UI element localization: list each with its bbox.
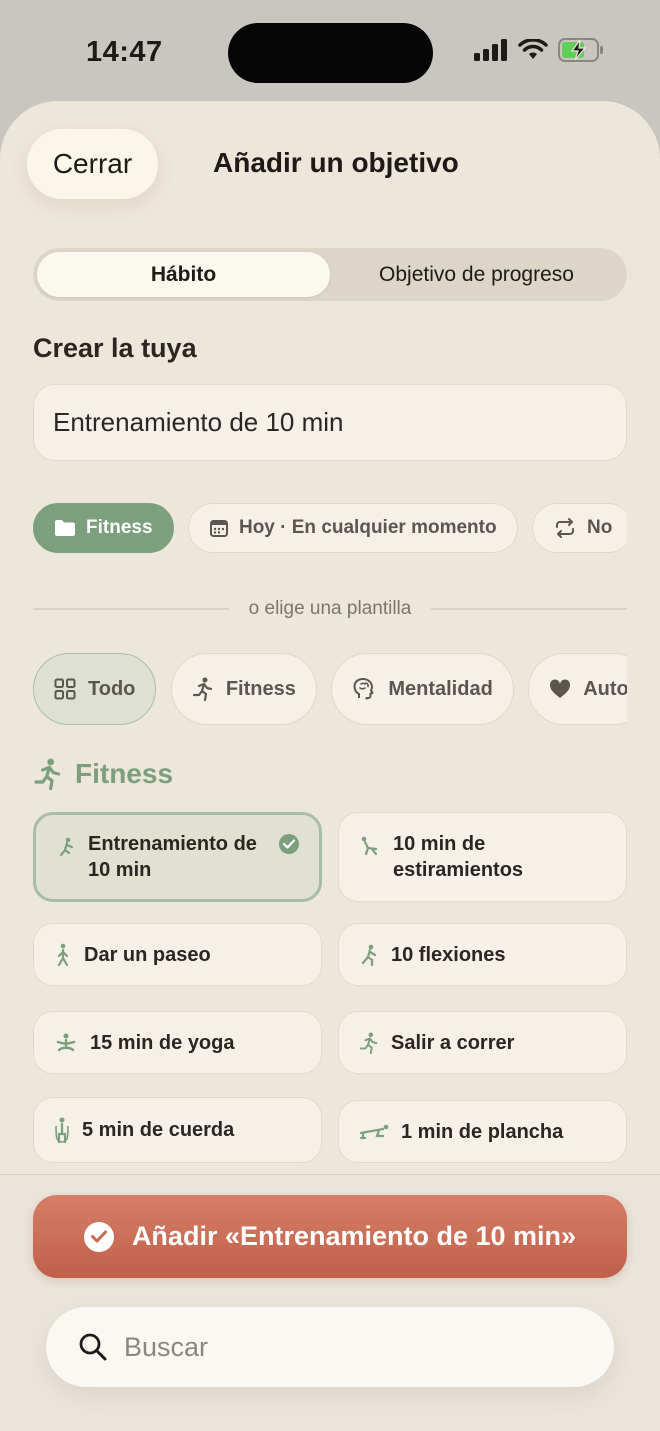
- template-divider: o elige una plantilla: [33, 597, 627, 621]
- calendar-icon: [209, 520, 228, 537]
- runner-icon: [34, 758, 61, 790]
- category-filter-self-care-label: Auto: [583, 677, 627, 700]
- dynamic-island: [228, 23, 433, 83]
- template-card[interactable]: 1 min de plancha: [338, 1100, 627, 1163]
- category-filter-mindset[interactable]: Mentalidad: [331, 653, 514, 725]
- workout-icon: [59, 837, 74, 857]
- category-chip-label: Fitness: [86, 517, 153, 538]
- battery-charging-icon: [558, 38, 603, 62]
- divider-line-right: [431, 608, 627, 610]
- close-button[interactable]: Cerrar: [27, 129, 158, 199]
- bottom-action-area: Añadir «Entrenamiento de 10 min»: [0, 1174, 660, 1431]
- segment-habit[interactable]: Hábito: [37, 252, 330, 297]
- template-category-filter: Todo Fitness Mentalidad Auto: [33, 653, 627, 727]
- template-card[interactable]: Entrenamiento de 10 min: [33, 812, 322, 902]
- category-filter-self-care[interactable]: Auto: [528, 653, 627, 725]
- schedule-chip-label: Hoy · En cualquier momento: [238, 517, 497, 538]
- search-icon: [79, 1333, 107, 1361]
- heart-icon: [550, 679, 571, 698]
- yoga-icon: [56, 1033, 76, 1051]
- folder-icon: [55, 520, 75, 536]
- search-bar[interactable]: [46, 1307, 614, 1387]
- cellular-signal-icon: [474, 39, 507, 61]
- category-chip[interactable]: Fitness: [33, 503, 174, 553]
- template-label: 10 flexiones: [391, 943, 506, 966]
- sheet-title: Añadir un objetivo: [213, 147, 459, 178]
- fitness-section-heading: Fitness: [33, 758, 173, 790]
- template-card[interactable]: 5 min de cuerda: [33, 1097, 322, 1163]
- schedule-chip[interactable]: Hoy · En cualquier momento: [187, 503, 518, 553]
- add-goal-button[interactable]: Añadir «Entrenamiento de 10 min»: [33, 1195, 627, 1278]
- status-icons: [474, 38, 604, 62]
- template-label: 10 min de estiramientos: [393, 833, 524, 881]
- grid-icon: [54, 678, 76, 700]
- category-filter-mindset-label: Mentalidad: [388, 677, 493, 700]
- category-filter-all[interactable]: Todo: [33, 653, 157, 725]
- template-card[interactable]: Salir a correr: [338, 1011, 627, 1074]
- template-label: Salir a correr: [391, 1031, 515, 1054]
- check-circle-icon: [83, 1221, 114, 1252]
- plank-icon: [359, 1124, 389, 1139]
- repeat-icon: [556, 518, 575, 538]
- add-goal-sheet: Cerrar Añadir un objetivo Hábito Objetiv…: [0, 101, 660, 1431]
- goal-name-input[interactable]: [33, 384, 627, 461]
- create-own-heading: Crear la tuya: [33, 333, 197, 363]
- add-goal-label: Añadir «Entrenamiento de 10 min»: [131, 1221, 577, 1251]
- goal-options-row: Fitness Hoy · En cualquier momento No: [33, 503, 627, 555]
- status-time: 14:47: [86, 36, 163, 68]
- template-label: 5 min de cuerda: [82, 1119, 235, 1141]
- status-bar: 14:47: [0, 0, 660, 100]
- category-filter-fitness[interactable]: Fitness: [170, 653, 317, 725]
- template-label: Entrenamiento de 10 min: [88, 833, 257, 881]
- selected-check-icon: [279, 834, 299, 854]
- template-card[interactable]: 10 flexiones: [338, 923, 627, 986]
- fitness-section-title: Fitness: [75, 758, 174, 789]
- wifi-icon: [518, 39, 548, 59]
- segment-progress-goal[interactable]: Objetivo de progreso: [330, 252, 623, 297]
- category-filter-fitness-label: Fitness: [225, 677, 296, 700]
- template-card[interactable]: 15 min de yoga: [33, 1011, 322, 1074]
- brain-icon: [353, 678, 374, 700]
- run-icon: [359, 1032, 378, 1054]
- goal-type-segmented-control: Hábito Objetivo de progreso: [33, 248, 627, 301]
- template-label: 1 min de plancha: [401, 1120, 564, 1143]
- divider-text: o elige una plantilla: [248, 598, 412, 619]
- template-label: Dar un paseo: [84, 943, 211, 966]
- template-card[interactable]: Dar un paseo: [33, 923, 322, 986]
- pushup-icon: [361, 944, 377, 966]
- repeat-chip[interactable]: No: [532, 503, 627, 553]
- jumprope-icon: [55, 1117, 69, 1144]
- runner-icon: [192, 677, 212, 701]
- walk-icon: [57, 943, 69, 966]
- template-card[interactable]: 10 min de estiramientos: [338, 812, 627, 902]
- divider-line-left: [33, 608, 229, 610]
- repeat-chip-label: No: [587, 517, 613, 538]
- search-input[interactable]: [124, 1331, 564, 1363]
- template-label: 15 min de yoga: [90, 1031, 235, 1054]
- stretch-icon: [361, 836, 378, 856]
- category-filter-all-label: Todo: [88, 677, 136, 700]
